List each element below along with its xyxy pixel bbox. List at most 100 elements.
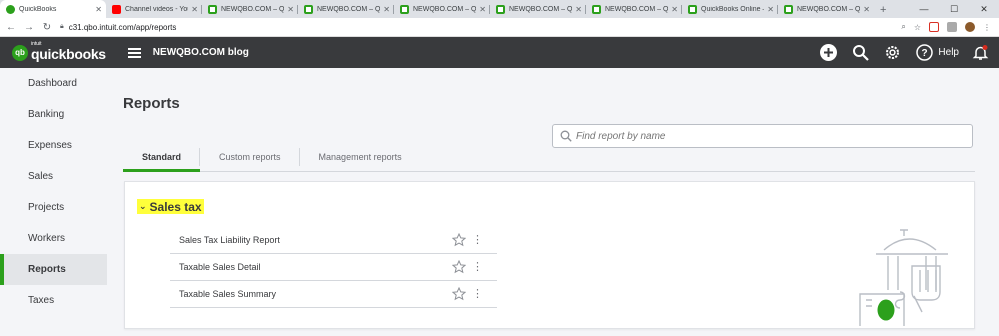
forward-icon[interactable]: → [22, 22, 36, 33]
browser-tab[interactable]: NEWQBO.COM – Quick ✕ [202, 0, 298, 18]
maximize-icon[interactable]: ☐ [939, 0, 969, 18]
tab-label: Custom reports [219, 151, 281, 162]
address-bar: ← → ↻ 🔒︎ c31.qbo.intuit.com/app/reports … [0, 18, 999, 37]
sidebar-item-banking[interactable]: Banking [0, 99, 107, 130]
report-tabs: Standard Custom reports Management repor… [123, 142, 975, 172]
browser-tab[interactable]: NEWQBO.COM – Quick ✕ [298, 0, 394, 18]
browser-tab-title: QuickBooks Online – [701, 5, 765, 13]
list-item[interactable]: Taxable Sales Detail ⋮ [170, 254, 497, 281]
browser-tab-title: NEWQBO.COM – Quick [509, 5, 573, 13]
bookmark-star-icon[interactable]: ☆ [914, 23, 921, 32]
search-input[interactable] [576, 130, 956, 142]
close-icon[interactable]: ✕ [863, 5, 870, 14]
sidebar-item-expenses[interactable]: Expenses [0, 130, 107, 161]
url-field[interactable]: 🔒︎ c31.qbo.intuit.com/app/reports [60, 20, 901, 35]
tab-label: Standard [142, 151, 182, 162]
more-options-icon[interactable]: ⋮ [472, 260, 483, 274]
more-options-icon[interactable]: ⋮ [472, 233, 483, 247]
create-plus-icon[interactable] [819, 44, 837, 62]
report-section-card: ⌄ Sales tax Sales Tax Liability Report ⋮… [124, 181, 975, 329]
minimize-icon[interactable]: — [909, 0, 939, 18]
favorite-star-icon[interactable] [452, 233, 466, 247]
more-options-icon[interactable]: ⋮ [472, 287, 483, 301]
newqbo-icon [208, 4, 217, 14]
browser-tab[interactable]: QuickBooks ✕ [0, 0, 106, 18]
sidebar-item-projects[interactable]: Projects [0, 192, 107, 223]
newqbo-icon [304, 4, 313, 14]
search-icon[interactable] [851, 44, 869, 62]
close-icon[interactable]: ✕ [287, 5, 294, 14]
brand-name: quickbooks [31, 46, 106, 62]
browser-tab-title: NEWQBO.COM – Quick [221, 5, 285, 13]
browser-tab-title: NEWQBO.COM – Quick [605, 5, 669, 13]
browser-tab-strip: QuickBooks ✕ Channel videos - YouTube ✕ … [0, 0, 999, 18]
tab-custom-reports[interactable]: Custom reports [200, 142, 300, 171]
close-icon[interactable]: ✕ [575, 5, 582, 14]
chevron-down-icon: ⌄ [139, 201, 147, 211]
report-link[interactable]: Sales Tax Liability Report [179, 235, 280, 245]
list-item[interactable]: Sales Tax Liability Report ⋮ [170, 227, 497, 254]
quickbooks-logo-icon: qb [12, 44, 28, 61]
close-icon[interactable]: ✕ [767, 5, 774, 14]
browser-tab-title: NEWQBO.COM – Quick [413, 5, 477, 13]
browser-tab-title: NEWQBO.COM – Quick [317, 5, 381, 13]
window-controls: — ☐ ✕ [909, 0, 999, 18]
lock-icon: 🔒︎ [60, 23, 64, 30]
menu-icon[interactable] [127, 47, 141, 58]
profile-avatar[interactable] [965, 22, 975, 32]
report-link[interactable]: Taxable Sales Detail [179, 262, 261, 272]
sidebar-item-reports[interactable]: Reports [0, 254, 107, 285]
newqbo-icon [784, 4, 793, 14]
back-icon[interactable]: ← [4, 22, 18, 33]
help-label[interactable]: Help [938, 47, 959, 58]
search-icon [560, 130, 572, 142]
newqbo-icon [688, 4, 697, 14]
gear-icon[interactable] [883, 44, 901, 62]
report-link[interactable]: Taxable Sales Summary [179, 289, 276, 299]
browser-tab[interactable]: NEWQBO.COM – Quick ✕ [394, 0, 490, 18]
notification-bell-icon[interactable] [971, 44, 989, 62]
quickbooks-icon [6, 4, 15, 14]
sidebar-item-dashboard[interactable]: Dashboard [0, 68, 107, 99]
browser-tab-title: Channel videos - YouTube [125, 5, 188, 13]
close-window-icon[interactable]: ✕ [969, 0, 999, 18]
quickbooks-logo[interactable]: qb intuit quickbooks [12, 42, 106, 63]
section-header[interactable]: ⌄ Sales tax [137, 199, 204, 214]
browser-tab-title: NEWQBO.COM – Quick [797, 5, 861, 13]
url-text: c31.qbo.intuit.com/app/reports [68, 22, 177, 32]
extension-icon[interactable] [929, 22, 939, 32]
sidebar-item-workers[interactable]: Workers [0, 223, 107, 254]
section-title: Sales tax [149, 199, 202, 214]
browser-tab-title: QuickBooks [19, 5, 57, 13]
browser-tab[interactable]: NEWQBO.COM – Quick ✕ [778, 0, 874, 18]
sidebar-item-sales[interactable]: Sales [0, 161, 107, 192]
close-icon[interactable]: ✕ [95, 5, 102, 14]
report-list: Sales Tax Liability Report ⋮ Taxable Sal… [170, 227, 497, 308]
svg-text:?: ? [921, 48, 927, 59]
close-icon[interactable]: ✕ [479, 5, 486, 14]
zoom-icon[interactable]: ⌕ [901, 22, 905, 32]
reload-icon[interactable]: ↻ [40, 22, 54, 33]
app-header: qb intuit quickbooks NEWQBO.COM blog ? H… [0, 37, 999, 68]
tab-standard[interactable]: Standard [123, 142, 201, 172]
close-icon[interactable]: ✕ [191, 5, 198, 14]
browser-menu-icon[interactable]: ⋮ [983, 23, 991, 32]
favorite-star-icon[interactable] [452, 260, 466, 274]
new-tab-icon[interactable]: + [880, 4, 886, 16]
help-icon[interactable]: ? [915, 44, 933, 62]
newqbo-icon [496, 4, 505, 14]
close-icon[interactable]: ✕ [383, 5, 390, 14]
browser-tab[interactable]: NEWQBO.COM – Quick ✕ [586, 0, 682, 18]
browser-tab[interactable]: Channel videos - YouTube ✕ [106, 0, 202, 18]
close-icon[interactable]: ✕ [671, 5, 678, 14]
sidebar-item-taxes[interactable]: Taxes [0, 285, 107, 316]
browser-tab[interactable]: NEWQBO.COM – Quick ✕ [490, 0, 586, 18]
extension-icon[interactable] [947, 22, 957, 32]
favorite-star-icon[interactable] [452, 287, 466, 301]
list-item[interactable]: Taxable Sales Summary ⋮ [170, 281, 497, 308]
tab-management-reports[interactable]: Management reports [300, 142, 421, 171]
company-name: NEWQBO.COM blog [152, 47, 249, 58]
youtube-icon [112, 4, 121, 14]
browser-tab[interactable]: QuickBooks Online – ✕ [682, 0, 778, 18]
newqbo-icon [592, 4, 601, 14]
